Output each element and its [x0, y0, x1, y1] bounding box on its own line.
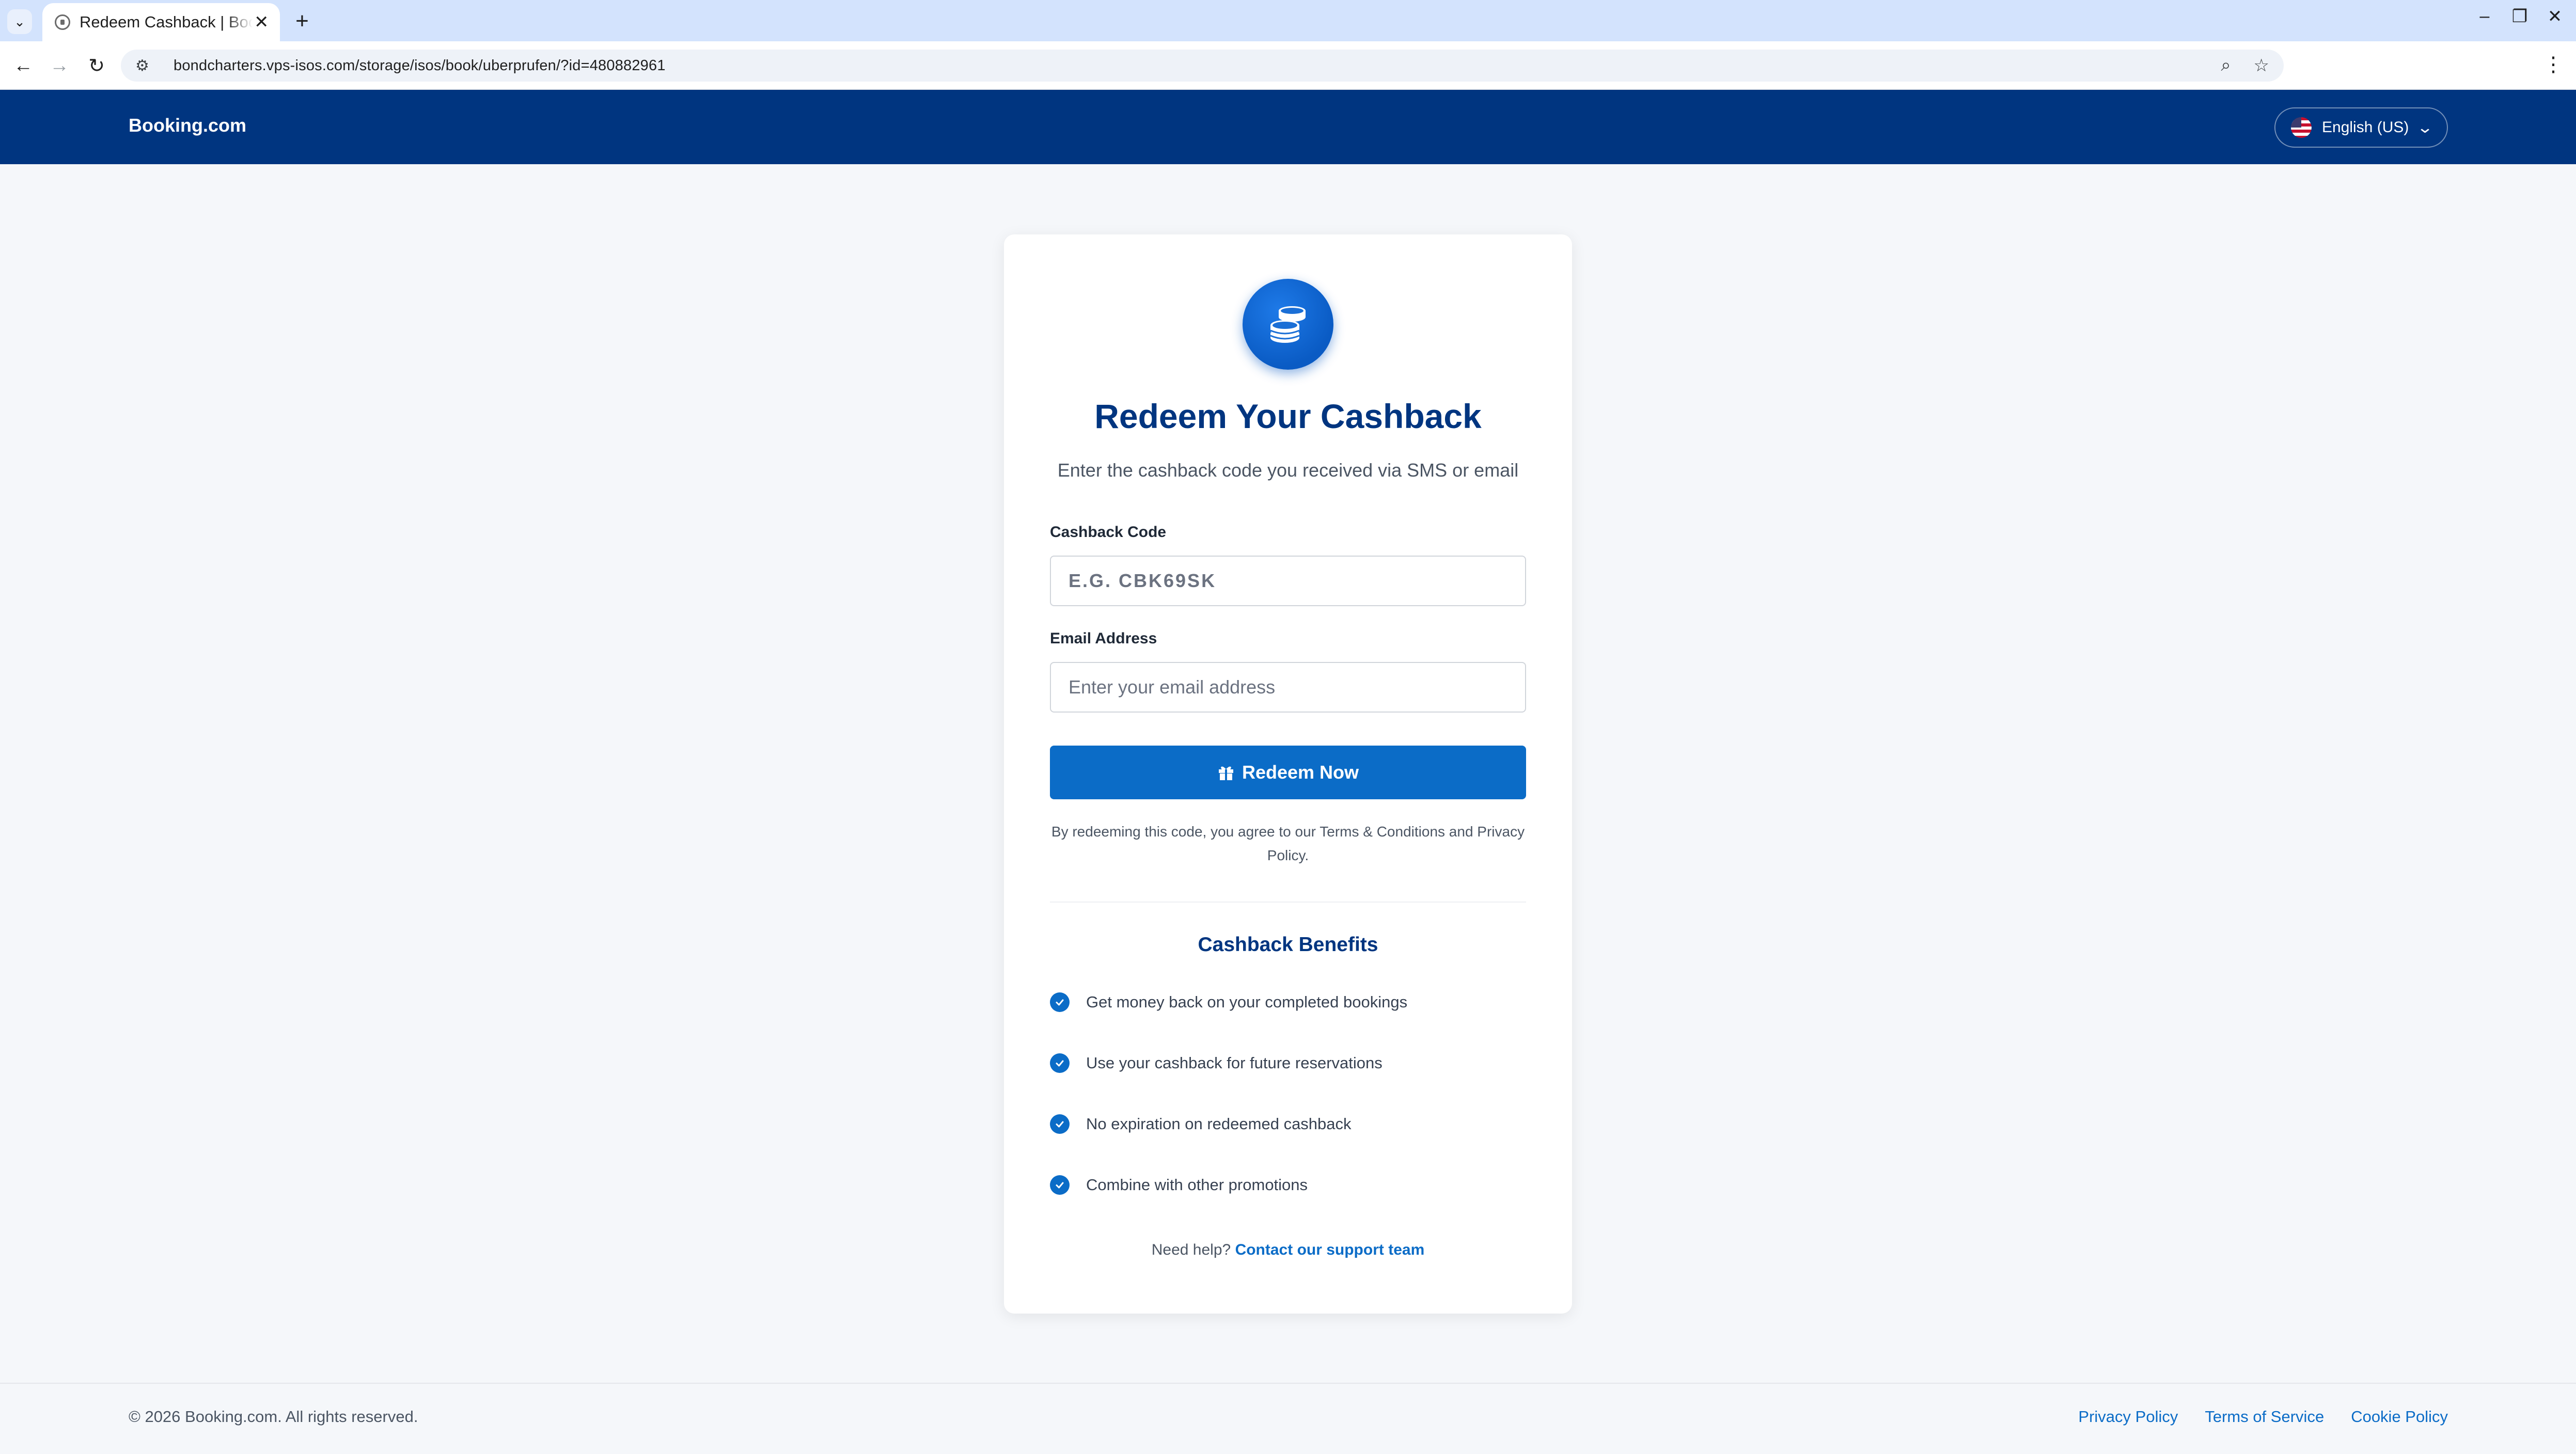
tab-list-icon[interactable]: ⌄	[7, 9, 32, 34]
benefit-text: Get money back on your completed booking…	[1086, 993, 1408, 1011]
url-text[interactable]: bondcharters.vps-isos.com/storage/isos/b…	[174, 57, 666, 74]
minimize-icon[interactable]: –	[2476, 6, 2493, 27]
redeem-card: Redeem Your Cashback Enter the cashback …	[1004, 234, 1572, 1314]
browser-tab-active[interactable]: Redeem Cashback | Booking.com ✕	[42, 3, 280, 41]
page-subtitle: Enter the cashback code you received via…	[1057, 460, 1519, 481]
more-menu-icon[interactable]: ⋮	[2543, 53, 2564, 76]
help-prefix: Need help?	[1151, 1241, 1231, 1258]
email-label: Email Address	[1050, 630, 1157, 647]
page-title: Redeem Your Cashback	[1094, 397, 1482, 435]
language-selector[interactable]: English (US) ⌄	[2274, 107, 2448, 148]
check-circle-icon	[1050, 992, 1070, 1012]
window-controls: – ❐ ✕	[2476, 6, 2564, 27]
cookie-policy-link[interactable]: Cookie Policy	[2351, 1408, 2448, 1426]
help-line: Need help? Contact our support team	[1004, 1241, 1572, 1259]
bookmark-star-icon[interactable]: ☆	[2254, 55, 2269, 76]
benefits-title: Cashback Benefits	[1198, 934, 1378, 956]
cashback-code-input[interactable]	[1050, 556, 1526, 606]
privacy-policy-link[interactable]: Privacy Policy	[2078, 1408, 2178, 1426]
zoom-icon[interactable]: ⌕	[2221, 55, 2231, 76]
gift-icon	[1218, 766, 1233, 780]
us-flag-icon	[2291, 117, 2312, 138]
forward-icon[interactable]: →	[46, 53, 72, 78]
terms-note: By redeeming this code, you agree to our…	[1051, 824, 1525, 863]
brand-logo[interactable]: Booking.com	[129, 115, 246, 136]
cashback-code-label: Cashback Code	[1050, 524, 1167, 541]
benefit-item: No expiration on redeemed cashback	[1050, 1112, 1526, 1173]
reload-icon[interactable]: ↻	[84, 53, 109, 78]
restore-icon[interactable]: ❐	[2511, 6, 2528, 27]
benefit-text: Use your cashback for future reservation…	[1086, 1054, 1383, 1072]
tab-favicon-icon	[55, 14, 70, 30]
tab-close-icon[interactable]: ✕	[253, 12, 271, 33]
divider	[1050, 902, 1526, 903]
benefit-text: No expiration on redeemed cashback	[1086, 1115, 1352, 1133]
tab-title: Redeem Cashback | Booking.com	[80, 13, 253, 31]
browser-toolbar: ← → ↻ ⚙ bondcharters.vps-isos.com/storag…	[0, 41, 2576, 90]
new-tab-button[interactable]: +	[290, 8, 314, 34]
coins-icon	[1243, 279, 1333, 370]
browser-tab-strip: ⌄ Redeem Cashback | Booking.com ✕ + – ❐ …	[0, 0, 2576, 41]
browser-window: ⌄ Redeem Cashback | Booking.com ✕ + – ❐ …	[0, 0, 2576, 1454]
address-bar[interactable]: ⚙ bondcharters.vps-isos.com/storage/isos…	[121, 50, 2284, 82]
redeem-now-label: Redeem Now	[1242, 762, 1359, 783]
site-footer: © 2026 Booking.com. All rights reserved.…	[0, 1383, 2576, 1454]
back-icon[interactable]: ←	[10, 53, 36, 78]
language-label: English (US)	[2322, 119, 2409, 136]
benefit-item: Use your cashback for future reservation…	[1050, 1051, 1526, 1112]
omnibox-actions: ⌕ ☆	[2221, 55, 2269, 76]
copyright-text: © 2026 Booking.com. All rights reserved.	[129, 1408, 418, 1426]
benefit-text: Combine with other promotions	[1086, 1176, 1308, 1194]
chevron-down-icon: ⌄	[2416, 119, 2433, 136]
benefits-list: Get money back on your completed booking…	[1050, 990, 1526, 1234]
close-window-icon[interactable]: ✕	[2546, 6, 2564, 27]
site-info-icon[interactable]: ⚙	[135, 57, 158, 75]
benefit-item: Combine with other promotions	[1050, 1173, 1526, 1234]
footer-links: Privacy Policy Terms of Service Cookie P…	[2078, 1408, 2448, 1426]
site-header: Booking.com English (US) ⌄	[0, 90, 2576, 164]
email-input[interactable]	[1050, 662, 1526, 713]
contact-support-link[interactable]: Contact our support team	[1235, 1241, 1425, 1258]
check-circle-icon	[1050, 1053, 1070, 1073]
terms-of-service-link[interactable]: Terms of Service	[2205, 1408, 2324, 1426]
benefit-item: Get money back on your completed booking…	[1050, 990, 1526, 1051]
check-circle-icon	[1050, 1114, 1070, 1134]
redeem-now-button[interactable]: Redeem Now	[1050, 746, 1526, 799]
check-circle-icon	[1050, 1175, 1070, 1195]
